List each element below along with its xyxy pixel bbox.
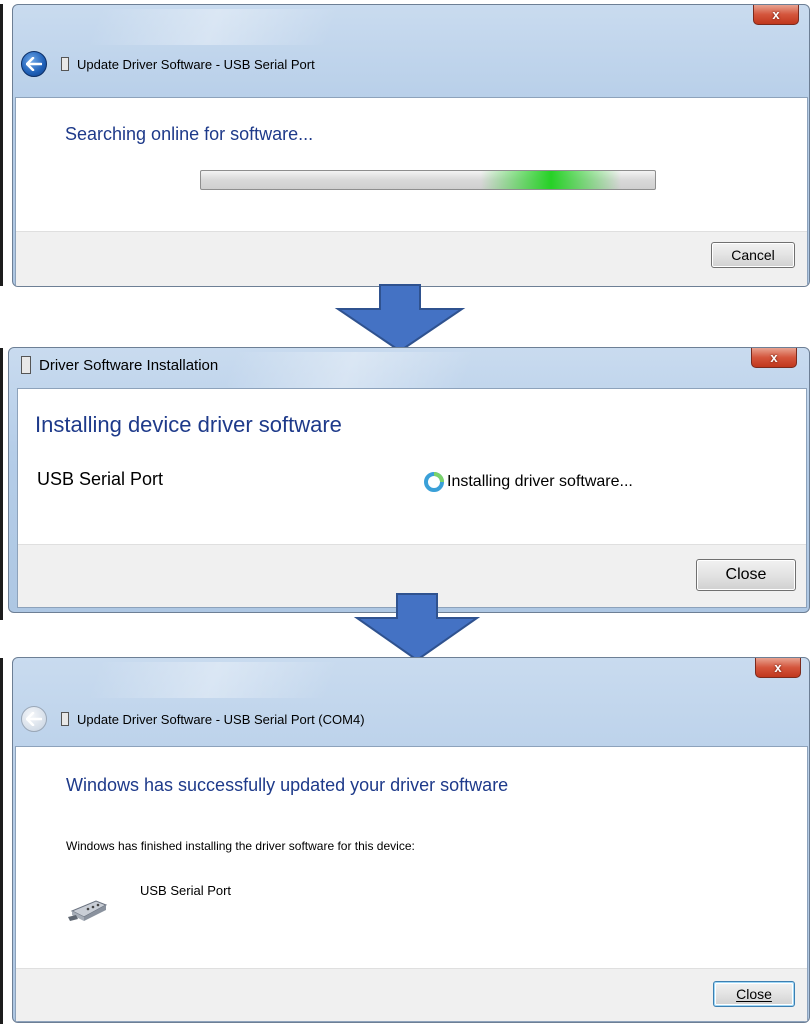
window-title: Update Driver Software - USB Serial Port… xyxy=(77,711,365,727)
dialog-content: Windows has successfully updated your dr… xyxy=(15,746,808,1022)
back-button[interactable] xyxy=(21,706,47,732)
window-title: Update Driver Software - USB Serial Port xyxy=(77,56,315,72)
status-text: Installing driver software... xyxy=(447,473,633,490)
dialog-update-driver-success: x Update Driver Software - USB Serial Po… xyxy=(12,657,810,1023)
window-close-button[interactable]: x xyxy=(753,5,799,25)
window-edge xyxy=(0,4,3,286)
glass-decoration xyxy=(86,662,340,698)
window-title: Driver Software Installation xyxy=(39,356,219,374)
page-heading: Installing device driver software xyxy=(35,412,342,437)
dialog-content: Installing device driver software USB Se… xyxy=(17,388,807,608)
back-button[interactable] xyxy=(21,51,47,77)
title-bar: Update Driver Software - USB Serial Port… xyxy=(21,706,365,732)
window-close-button[interactable]: x xyxy=(751,348,797,368)
back-arrow-icon xyxy=(26,57,42,71)
install-status: Installing driver software... xyxy=(423,471,633,493)
close-button[interactable]: Close xyxy=(696,559,796,591)
down-arrow-icon xyxy=(334,284,466,353)
dialog-driver-installation: x Driver Software Installation Installin… xyxy=(8,347,810,613)
device-name: USB Serial Port xyxy=(37,469,164,489)
close-button[interactable]: Close xyxy=(713,981,795,1007)
window-close-button[interactable]: x xyxy=(755,658,801,678)
dialog-update-driver-searching: x Update Driver Software - USB Serial Po… xyxy=(12,4,810,287)
finish-message: Windows has finished installing the driv… xyxy=(66,839,415,853)
progress-marquee xyxy=(481,171,621,189)
dialog-footer: Cancel xyxy=(16,231,807,286)
back-arrow-icon xyxy=(26,712,42,726)
window-icon xyxy=(61,57,69,71)
close-button-label: Close xyxy=(736,986,772,1002)
window-icon xyxy=(21,356,31,374)
title-bar: Driver Software Installation xyxy=(17,356,218,374)
device-name: USB Serial Port xyxy=(140,883,232,898)
page-heading: Windows has successfully updated your dr… xyxy=(66,775,509,795)
window-icon xyxy=(61,712,69,726)
glass-decoration xyxy=(86,9,340,45)
dialog-content: Searching online for software... Cancel xyxy=(15,97,808,286)
window-edge xyxy=(0,348,3,620)
page-heading: Searching online for software... xyxy=(65,124,314,144)
progress-bar xyxy=(200,170,656,190)
serial-port-icon xyxy=(68,900,108,921)
cancel-button[interactable]: Cancel xyxy=(711,242,795,268)
down-arrow-icon xyxy=(353,593,481,662)
title-bar: Update Driver Software - USB Serial Port xyxy=(21,51,315,77)
busy-spinner-icon xyxy=(424,472,444,492)
dialog-footer: Close xyxy=(16,968,807,1021)
glass-decoration xyxy=(222,352,476,388)
window-edge xyxy=(0,658,3,1024)
